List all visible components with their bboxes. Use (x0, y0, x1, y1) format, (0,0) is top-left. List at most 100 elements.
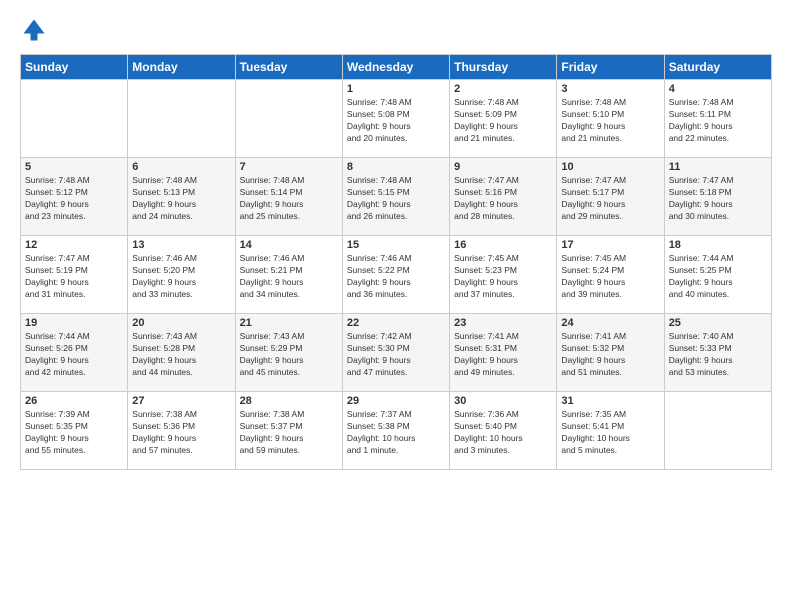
weekday-header-friday: Friday (557, 55, 664, 80)
calendar-cell: 25 Sunrise: 7:40 AM Sunset: 5:33 PM Dayli… (664, 314, 771, 392)
day-number: 18 (669, 239, 767, 251)
calendar-cell: 9 Sunrise: 7:47 AM Sunset: 5:16 PM Daylig… (450, 158, 557, 236)
day-number: 28 (240, 395, 338, 407)
week-row-2: 5 Sunrise: 7:48 AM Sunset: 5:12 PM Daylig… (21, 158, 772, 236)
day-number: 15 (347, 239, 445, 251)
week-row-1: 1 Sunrise: 7:48 AM Sunset: 5:08 PM Daylig… (21, 80, 772, 158)
day-info: Sunrise: 7:36 AM Sunset: 5:40 PM Dayligh… (454, 409, 552, 457)
weekday-header-tuesday: Tuesday (235, 55, 342, 80)
day-number: 9 (454, 161, 552, 173)
logo-icon (20, 16, 48, 44)
week-row-3: 12Sunrise: 7:47 AM Sunset: 5:19 PM Dayli… (21, 236, 772, 314)
calendar-cell: 7 Sunrise: 7:48 AM Sunset: 5:14 PM Daylig… (235, 158, 342, 236)
calendar-cell: 20 Sunrise: 7:43 AM Sunset: 5:28 PM Dayli… (128, 314, 235, 392)
weekday-header-row: SundayMondayTuesdayWednesdayThursdayFrid… (21, 55, 772, 80)
day-info: Sunrise: 7:42 AM Sunset: 5:30 PM Dayligh… (347, 331, 445, 379)
calendar-cell: 18Sunrise: 7:44 AM Sunset: 5:25 PM Dayli… (664, 236, 771, 314)
day-number: 21 (240, 317, 338, 329)
day-info: Sunrise: 7:48 AM Sunset: 5:14 PM Dayligh… (240, 175, 338, 223)
calendar-cell: 11 Sunrise: 7:47 AM Sunset: 5:18 PM Dayli… (664, 158, 771, 236)
day-number: 19 (25, 317, 123, 329)
day-info: Sunrise: 7:39 AM Sunset: 5:35 PM Dayligh… (25, 409, 123, 457)
calendar-cell: 22 Sunrise: 7:42 AM Sunset: 5:30 PM Dayli… (342, 314, 449, 392)
calendar-cell: 4 Sunrise: 7:48 AM Sunset: 5:11 PM Daylig… (664, 80, 771, 158)
day-info: Sunrise: 7:48 AM Sunset: 5:15 PM Dayligh… (347, 175, 445, 223)
day-number: 11 (669, 161, 767, 173)
day-number: 7 (240, 161, 338, 173)
day-info: Sunrise: 7:47 AM Sunset: 5:16 PM Dayligh… (454, 175, 552, 223)
day-info: Sunrise: 7:45 AM Sunset: 5:23 PM Dayligh… (454, 253, 552, 301)
day-info: Sunrise: 7:48 AM Sunset: 5:09 PM Dayligh… (454, 97, 552, 145)
day-info: Sunrise: 7:40 AM Sunset: 5:33 PM Dayligh… (669, 331, 767, 379)
calendar-cell: 3 Sunrise: 7:48 AM Sunset: 5:10 PM Daylig… (557, 80, 664, 158)
weekday-header-thursday: Thursday (450, 55, 557, 80)
calendar-cell: 14Sunrise: 7:46 AM Sunset: 5:21 PM Dayli… (235, 236, 342, 314)
day-info: Sunrise: 7:35 AM Sunset: 5:41 PM Dayligh… (561, 409, 659, 457)
day-number: 31 (561, 395, 659, 407)
calendar-cell (21, 80, 128, 158)
day-info: Sunrise: 7:48 AM Sunset: 5:12 PM Dayligh… (25, 175, 123, 223)
day-info: Sunrise: 7:38 AM Sunset: 5:36 PM Dayligh… (132, 409, 230, 457)
week-row-5: 26 Sunrise: 7:39 AM Sunset: 5:35 PM Dayli… (21, 392, 772, 470)
calendar-cell: 21Sunrise: 7:43 AM Sunset: 5:29 PM Dayli… (235, 314, 342, 392)
calendar-cell: 23Sunrise: 7:41 AM Sunset: 5:31 PM Dayli… (450, 314, 557, 392)
day-number: 30 (454, 395, 552, 407)
day-info: Sunrise: 7:48 AM Sunset: 5:10 PM Dayligh… (561, 97, 659, 145)
day-info: Sunrise: 7:41 AM Sunset: 5:31 PM Dayligh… (454, 331, 552, 379)
calendar-cell: 6 Sunrise: 7:48 AM Sunset: 5:13 PM Daylig… (128, 158, 235, 236)
day-info: Sunrise: 7:48 AM Sunset: 5:08 PM Dayligh… (347, 97, 445, 145)
calendar-cell: 30 Sunrise: 7:36 AM Sunset: 5:40 PM Dayli… (450, 392, 557, 470)
day-info: Sunrise: 7:46 AM Sunset: 5:20 PM Dayligh… (132, 253, 230, 301)
day-number: 2 (454, 83, 552, 95)
calendar-cell: 10Sunrise: 7:47 AM Sunset: 5:17 PM Dayli… (557, 158, 664, 236)
weekday-header-sunday: Sunday (21, 55, 128, 80)
calendar-cell: 12Sunrise: 7:47 AM Sunset: 5:19 PM Dayli… (21, 236, 128, 314)
calendar-cell: 8Sunrise: 7:48 AM Sunset: 5:15 PM Daylig… (342, 158, 449, 236)
calendar-cell: 29 Sunrise: 7:37 AM Sunset: 5:38 PM Dayli… (342, 392, 449, 470)
day-number: 29 (347, 395, 445, 407)
day-info: Sunrise: 7:47 AM Sunset: 5:19 PM Dayligh… (25, 253, 123, 301)
day-number: 20 (132, 317, 230, 329)
day-info: Sunrise: 7:46 AM Sunset: 5:22 PM Dayligh… (347, 253, 445, 301)
day-number: 5 (25, 161, 123, 173)
day-info: Sunrise: 7:44 AM Sunset: 5:26 PM Dayligh… (25, 331, 123, 379)
day-info: Sunrise: 7:37 AM Sunset: 5:38 PM Dayligh… (347, 409, 445, 457)
calendar-cell: 19 Sunrise: 7:44 AM Sunset: 5:26 PM Dayli… (21, 314, 128, 392)
day-info: Sunrise: 7:43 AM Sunset: 5:28 PM Dayligh… (132, 331, 230, 379)
day-number: 22 (347, 317, 445, 329)
day-number: 10 (561, 161, 659, 173)
week-row-4: 19 Sunrise: 7:44 AM Sunset: 5:26 PM Dayli… (21, 314, 772, 392)
day-number: 17 (561, 239, 659, 251)
calendar-cell (128, 80, 235, 158)
day-number: 24 (561, 317, 659, 329)
day-info: Sunrise: 7:46 AM Sunset: 5:21 PM Dayligh… (240, 253, 338, 301)
day-number: 1 (347, 83, 445, 95)
day-number: 16 (454, 239, 552, 251)
calendar-cell: 1 Sunrise: 7:48 AM Sunset: 5:08 PM Daylig… (342, 80, 449, 158)
calendar-cell: 31 Sunrise: 7:35 AM Sunset: 5:41 PM Dayli… (557, 392, 664, 470)
logo (20, 16, 52, 44)
calendar-cell: 28 Sunrise: 7:38 AM Sunset: 5:37 PM Dayli… (235, 392, 342, 470)
day-number: 3 (561, 83, 659, 95)
calendar-cell: 27 Sunrise: 7:38 AM Sunset: 5:36 PM Dayli… (128, 392, 235, 470)
day-number: 6 (132, 161, 230, 173)
calendar-cell: 5 Sunrise: 7:48 AM Sunset: 5:12 PM Daylig… (21, 158, 128, 236)
calendar-cell: 2 Sunrise: 7:48 AM Sunset: 5:09 PM Daylig… (450, 80, 557, 158)
calendar-cell: 26 Sunrise: 7:39 AM Sunset: 5:35 PM Dayli… (21, 392, 128, 470)
weekday-header-monday: Monday (128, 55, 235, 80)
day-number: 27 (132, 395, 230, 407)
calendar-cell: 15 Sunrise: 7:46 AM Sunset: 5:22 PM Dayli… (342, 236, 449, 314)
day-info: Sunrise: 7:45 AM Sunset: 5:24 PM Dayligh… (561, 253, 659, 301)
day-number: 4 (669, 83, 767, 95)
day-info: Sunrise: 7:47 AM Sunset: 5:18 PM Dayligh… (669, 175, 767, 223)
day-number: 25 (669, 317, 767, 329)
calendar-cell: 13Sunrise: 7:46 AM Sunset: 5:20 PM Dayli… (128, 236, 235, 314)
page: SundayMondayTuesdayWednesdayThursdayFrid… (0, 0, 792, 612)
day-info: Sunrise: 7:48 AM Sunset: 5:11 PM Dayligh… (669, 97, 767, 145)
calendar-cell: 24Sunrise: 7:41 AM Sunset: 5:32 PM Dayli… (557, 314, 664, 392)
day-number: 26 (25, 395, 123, 407)
calendar-cell (235, 80, 342, 158)
header (20, 16, 772, 44)
day-info: Sunrise: 7:48 AM Sunset: 5:13 PM Dayligh… (132, 175, 230, 223)
day-info: Sunrise: 7:38 AM Sunset: 5:37 PM Dayligh… (240, 409, 338, 457)
